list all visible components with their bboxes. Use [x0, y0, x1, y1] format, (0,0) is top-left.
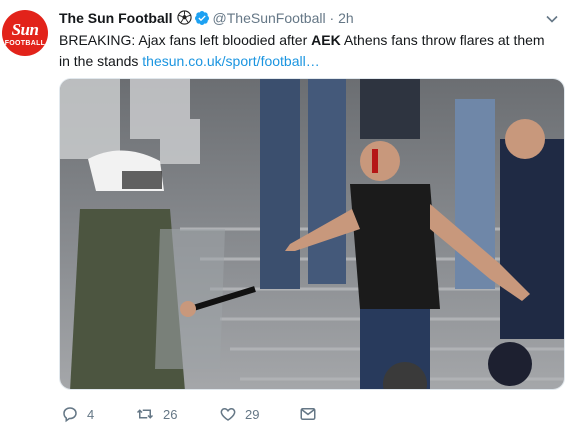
tweet-text: BREAKING: Ajax fans left bloodied after …: [59, 30, 559, 72]
reply-count: 4: [87, 406, 95, 422]
tweet-text-bold: AEK: [311, 32, 341, 48]
tweet-header: The Sun Football @TheSunFootball · 2h: [59, 10, 354, 29]
tweet-link[interactable]: thesun.co.uk/sport/football…: [142, 53, 319, 69]
avatar-logo-text: Sun: [11, 20, 39, 39]
avatar-logo-subtext: FOOTBALL: [4, 40, 46, 47]
football-icon: [176, 10, 192, 28]
separator-dot: ·: [329, 10, 335, 26]
tweet-timestamp[interactable]: 2h: [338, 10, 354, 26]
reply-icon: [61, 405, 79, 423]
account-handle[interactable]: @TheSunFootball: [213, 10, 326, 26]
tweet-photo[interactable]: [59, 78, 565, 390]
chevron-down-icon[interactable]: [545, 12, 559, 31]
direct-message-action[interactable]: [299, 405, 317, 423]
retweet-action[interactable]: 26: [135, 405, 177, 423]
retweet-icon: [135, 405, 155, 423]
verified-badge-icon: [194, 10, 210, 29]
like-action[interactable]: 29: [219, 405, 259, 423]
account-avatar[interactable]: Sun FOOTBALL: [2, 10, 48, 56]
retweet-count: 26: [163, 406, 178, 422]
envelope-icon: [299, 405, 317, 423]
account-name[interactable]: The Sun Football: [59, 10, 173, 26]
reply-action[interactable]: 4: [61, 405, 94, 423]
heart-icon: [219, 405, 237, 423]
like-count: 29: [245, 406, 260, 422]
tweet-text-part: BREAKING: Ajax fans left bloodied after: [59, 32, 312, 48]
photo-illustration: [60, 79, 564, 389]
